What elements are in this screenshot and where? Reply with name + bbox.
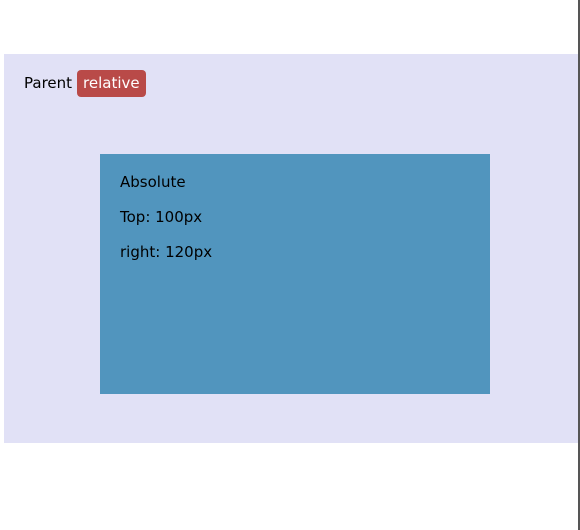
absolute-title: Absolute xyxy=(120,173,186,191)
parent-container: Parent relative Absolute Top: 100px righ… xyxy=(4,54,578,443)
top-value: Top: 100px xyxy=(120,208,203,226)
right-value: right: 120px xyxy=(120,243,213,261)
absolute-box: Absolute Top: 100px right: 120px xyxy=(100,154,490,394)
relative-badge: relative xyxy=(77,70,146,97)
parent-label: Parent xyxy=(24,74,73,92)
parent-label-row: Parent relative xyxy=(24,70,146,97)
